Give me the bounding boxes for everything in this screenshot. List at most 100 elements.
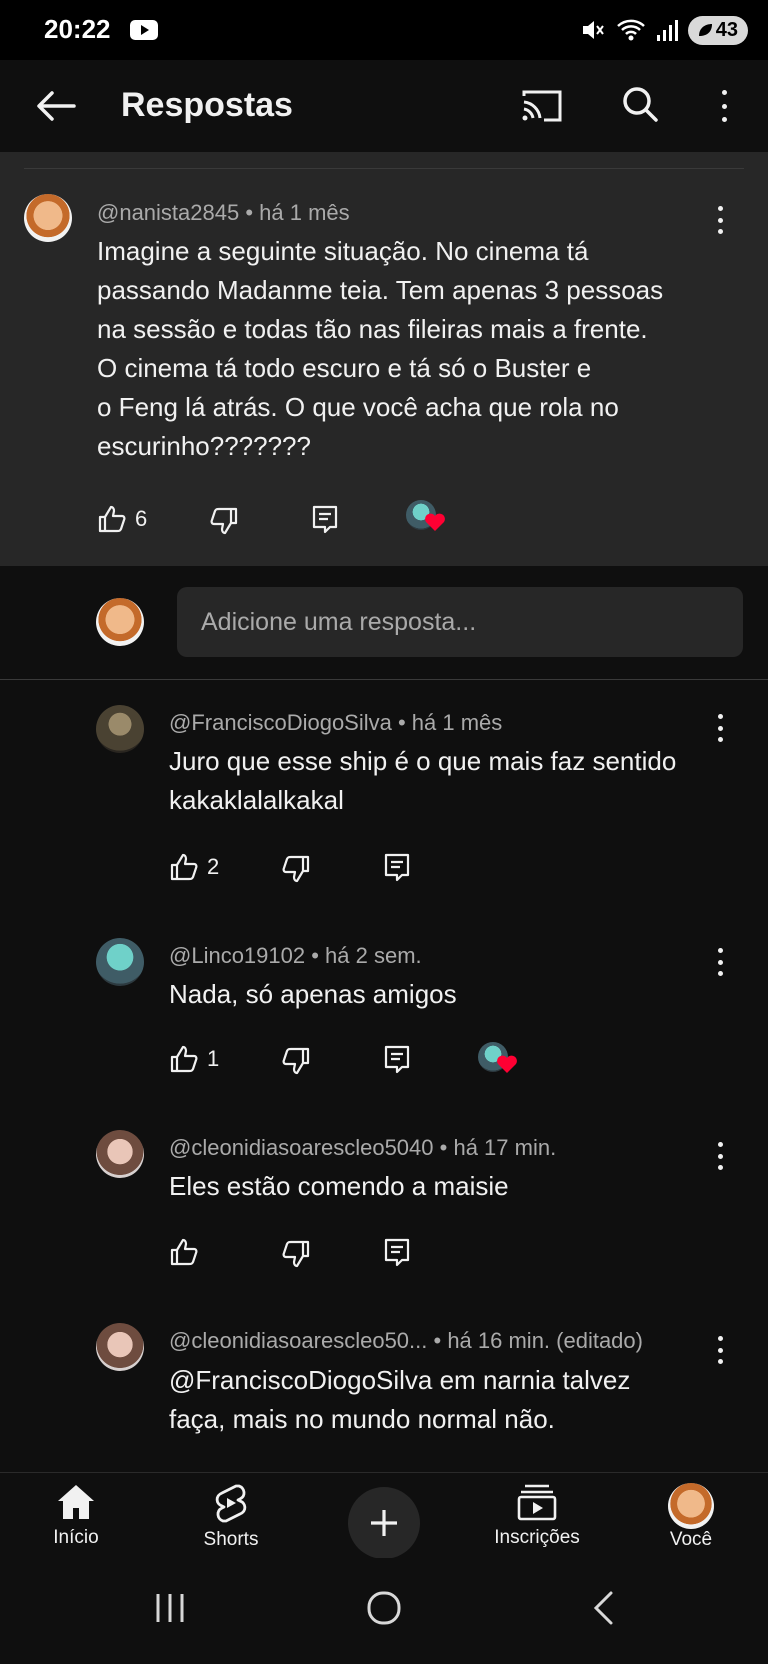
nav-shorts[interactable]: Shorts	[176, 1483, 286, 1551]
comment-author[interactable]: @Linco19102	[169, 943, 305, 968]
parent-comment: @nanista2845 • há 1 mês Imagine a seguin…	[0, 152, 768, 566]
comment-line: o Feng lá atrás. O que você acha que rol…	[97, 392, 619, 422]
reply-input[interactable]: Adicione uma resposta...	[177, 587, 743, 657]
comment-author[interactable]: @cleonidiasoarescleo5040	[169, 1135, 434, 1160]
comment-options-button[interactable]	[716, 206, 724, 234]
subscriptions-icon	[517, 1484, 557, 1521]
my-avatar	[96, 598, 144, 646]
comment-text: Juro que esse ship é o que mais faz sent…	[169, 742, 739, 820]
like-button[interactable]: 2	[169, 852, 219, 882]
dislike-button[interactable]	[281, 1046, 311, 1076]
comment-icon	[312, 505, 338, 534]
battery-saver-icon	[698, 24, 712, 36]
plus-icon	[371, 1510, 397, 1536]
dislike-button[interactable]	[281, 854, 311, 884]
reply-placeholder: Adicione uma resposta...	[201, 608, 477, 636]
comment-line: passando Madanme teia. Tem apenas 3 pess…	[97, 275, 664, 305]
comment-line: na sessão e todas tão nas fileiras mais …	[97, 314, 648, 344]
avatar[interactable]	[96, 938, 144, 986]
nav-home[interactable]: Início	[21, 1483, 131, 1549]
thumb-up-icon	[98, 505, 126, 533]
thumb-down-icon	[282, 855, 310, 883]
app-bar: Respostas	[0, 60, 768, 152]
avatar[interactable]	[96, 1130, 144, 1178]
like-count: 1	[207, 1046, 220, 1071]
comment-icon	[384, 1238, 410, 1267]
divider	[24, 168, 744, 169]
comment-icon	[384, 853, 410, 882]
mute-icon	[582, 21, 604, 39]
cast-icon	[522, 90, 562, 122]
nav-subscriptions[interactable]: Inscrições	[482, 1483, 592, 1549]
like-button[interactable]	[169, 1237, 199, 1267]
heart-icon	[425, 513, 445, 531]
comment-meta: @Linco19102 • há 2 sem.	[169, 943, 422, 968]
comment-text: Imagine a seguinte situação. No cinema t…	[97, 232, 737, 466]
comment-line: Nada, só apenas amigos	[169, 979, 457, 1009]
reply-button[interactable]	[383, 1044, 411, 1074]
status-bar: 20:22 43	[0, 0, 768, 60]
comment-time: há 2 sem.	[325, 943, 422, 968]
dislike-button[interactable]	[281, 1239, 311, 1269]
comment-author[interactable]: @cleonidiasoarescleo50...	[169, 1328, 427, 1353]
comment-options-button[interactable]	[716, 714, 724, 742]
nav-you[interactable]: Você	[636, 1483, 746, 1551]
nav-subscriptions-label: Inscrições	[494, 1527, 580, 1548]
comment-author[interactable]: @FranciscoDiogoSilva	[169, 710, 392, 735]
comment-time: há 1 mês	[259, 200, 350, 225]
like-button[interactable]: 1	[169, 1044, 219, 1074]
thumb-down-icon	[282, 1047, 310, 1075]
comment-line: Eles estão comendo a maisie	[169, 1171, 509, 1201]
home-icon	[58, 1485, 94, 1519]
avatar[interactable]	[96, 1323, 144, 1371]
nav-home-label: Início	[53, 1527, 99, 1548]
comment-line: kakaklalalkakal	[169, 785, 344, 815]
comment-line: O cinema tá todo escuro e tá só o Buster…	[97, 353, 592, 383]
dislike-button[interactable]	[209, 506, 239, 536]
chevron-left-icon	[593, 1591, 613, 1625]
battery-indicator: 43	[687, 15, 748, 45]
thumb-up-icon	[170, 1045, 198, 1073]
home-system-button[interactable]	[364, 1588, 404, 1628]
back-system-button[interactable]	[584, 1588, 624, 1628]
search-button[interactable]	[616, 80, 664, 128]
comment-meta: @nanista2845 • há 1 mês	[97, 200, 350, 225]
status-time: 20:22	[44, 14, 111, 44]
like-button[interactable]: 6	[97, 504, 147, 534]
reply-button[interactable]	[311, 504, 339, 534]
comment-options-button[interactable]	[716, 948, 724, 976]
comment-time: há 1 mês	[411, 710, 503, 735]
comment-options-button[interactable]	[716, 1336, 724, 1364]
reply-button[interactable]	[383, 1237, 411, 1267]
signal-icon	[656, 20, 678, 41]
thumb-up-icon	[170, 853, 198, 881]
comment-author[interactable]: @nanista2845	[97, 200, 239, 225]
nav-you-label: Você	[669, 1529, 713, 1550]
reply-button[interactable]	[383, 852, 411, 882]
system-navigation-bar	[0, 1558, 768, 1664]
comment-text: Nada, só apenas amigos	[169, 975, 739, 1014]
comment-options-button[interactable]	[716, 1142, 724, 1170]
comment-text: @FranciscoDiogoSilva em narnia talvez fa…	[169, 1361, 739, 1439]
status-icons: 43	[580, 14, 748, 46]
comment-line: Juro que esse ship é o que mais faz sent…	[169, 746, 677, 776]
recents-button[interactable]	[150, 1588, 190, 1628]
comment-time: há 17 min.	[453, 1135, 557, 1160]
more-options-button[interactable]	[706, 82, 742, 130]
avatar[interactable]	[24, 194, 72, 242]
cast-button[interactable]	[518, 82, 566, 130]
comment-line: Imagine a seguinte situação. No cinema t…	[97, 236, 589, 266]
avatar[interactable]	[96, 705, 144, 753]
youtube-notification-icon	[130, 20, 158, 40]
heart-icon	[497, 1055, 517, 1073]
comment-meta: @FranciscoDiogoSilva • há 1 mês	[169, 710, 503, 735]
comment-line: escurinho???????	[97, 431, 311, 461]
battery-level: 43	[715, 18, 738, 41]
back-button[interactable]	[32, 82, 80, 130]
page-title: Respostas	[121, 86, 293, 124]
like-count: 2	[207, 854, 220, 879]
create-button[interactable]	[348, 1487, 420, 1559]
creator-heart-badge	[406, 500, 446, 532]
like-count: 6	[135, 506, 148, 531]
search-icon	[623, 87, 658, 122]
